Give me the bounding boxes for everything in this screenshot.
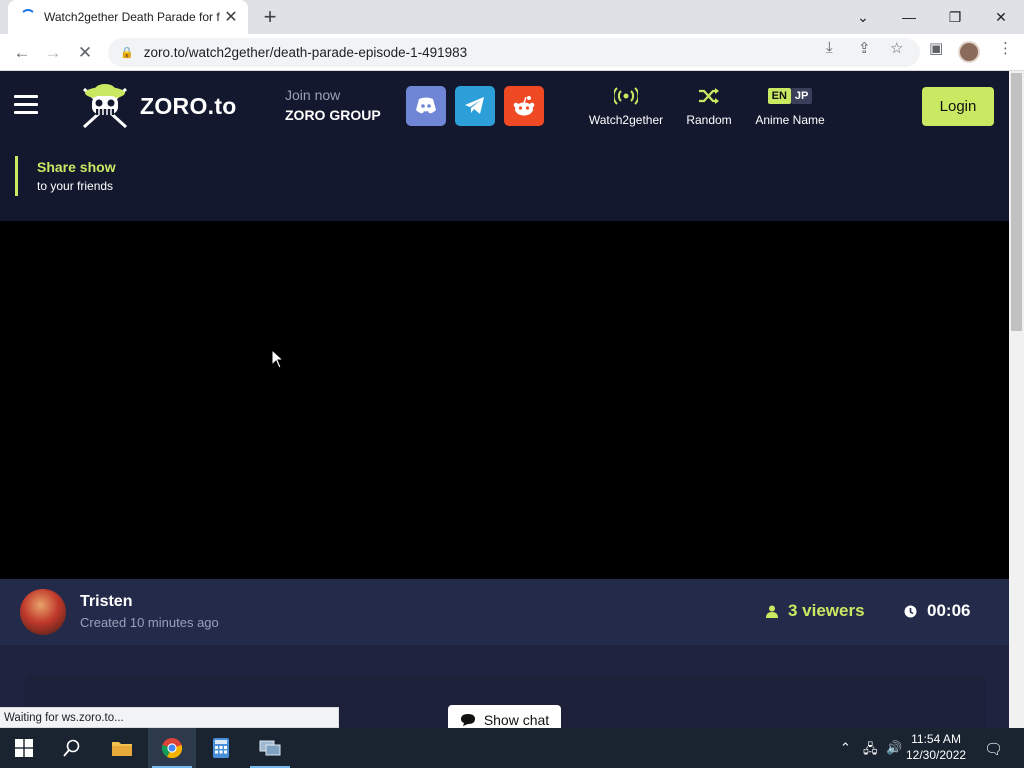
- scrollbar-thumb[interactable]: [1011, 73, 1022, 331]
- nav-watch2gether[interactable]: Watch2gether: [586, 85, 666, 127]
- hamburger-menu-icon[interactable]: [14, 95, 38, 115]
- lock-icon: 🔒: [120, 47, 134, 59]
- url-text: zoro.to/watch2gether/death-parade-episod…: [143, 45, 468, 60]
- close-window-button[interactable]: ✕: [978, 0, 1024, 34]
- web-page: ZORO.to Join now ZORO GROUP Watch2gether…: [0, 71, 1024, 728]
- minimize-button[interactable]: —: [886, 0, 932, 34]
- tab-close-icon[interactable]: ✕: [222, 8, 240, 26]
- nav-watch2gether-label: Watch2gether: [588, 113, 664, 127]
- network-icon[interactable]: 🖧: [863, 740, 878, 762]
- restore-button[interactable]: ❐: [932, 0, 978, 34]
- start-button[interactable]: [0, 728, 48, 768]
- skull-logo-icon: [82, 84, 128, 129]
- broadcast-icon: [614, 87, 638, 105]
- room-info-bar: Tristen Created 10 minutes ago 3 viewers…: [0, 579, 1009, 645]
- chrome-taskbar-button[interactable]: [148, 728, 196, 768]
- shuffle-icon: [699, 88, 719, 104]
- page-scrollbar[interactable]: [1009, 71, 1024, 728]
- share-accent-bar: [15, 156, 18, 196]
- taskbar-search-button[interactable]: [48, 728, 96, 768]
- notifications-icon[interactable]: 🗨: [984, 740, 1003, 758]
- tray-overflow-icon[interactable]: ⌃: [840, 740, 851, 756]
- tab-title: Watch2gether Death Parade for f: [44, 10, 220, 24]
- chat-bubble-icon: [460, 714, 475, 726]
- join-group-link[interactable]: Join now ZORO GROUP: [285, 87, 381, 123]
- share-section: Share show to your friends: [0, 141, 1009, 221]
- clock-time: 11:54 AM: [911, 732, 961, 746]
- taskbar-clock[interactable]: 11:54 AM 12/30/2022: [906, 731, 966, 763]
- site-header: ZORO.to Join now ZORO GROUP Watch2gether…: [0, 71, 1009, 141]
- app-taskbar-button[interactable]: [246, 728, 294, 768]
- windows-taskbar: ⌃ 🖧 🔊 11:54 AM 12/30/2022 🗨: [0, 728, 1024, 768]
- login-button[interactable]: Login: [922, 87, 994, 126]
- join-now-label: Join now: [285, 87, 341, 103]
- logo-text: ZORO.to: [140, 92, 237, 119]
- host-name: Tristen: [80, 593, 133, 610]
- network-app-icon: [259, 740, 281, 756]
- clock-date: 12/30/2022: [906, 748, 967, 762]
- viewer-count-text: 3 viewers: [788, 601, 865, 620]
- reddit-icon: [513, 96, 535, 116]
- lang-jp[interactable]: JP: [790, 88, 813, 104]
- show-chat-label: Show chat: [483, 712, 550, 728]
- discord-button[interactable]: [406, 86, 446, 126]
- calculator-button[interactable]: [197, 728, 245, 768]
- address-bar[interactable]: 🔒 zoro.to/watch2gether/death-parade-epis…: [108, 38, 920, 67]
- profile-avatar[interactable]: [958, 41, 980, 63]
- telegram-icon: [465, 97, 484, 114]
- side-panel-icon[interactable]: ▣: [929, 39, 943, 57]
- share-title: Share show: [37, 159, 116, 175]
- windows-logo-icon: [15, 739, 33, 757]
- nav-anime-name[interactable]: EN JP Anime Name: [752, 85, 828, 127]
- site-logo[interactable]: ZORO.to: [78, 79, 237, 133]
- back-button[interactable]: ←: [9, 40, 35, 66]
- stop-loading-button[interactable]: ✕: [72, 40, 98, 66]
- group-name-label: ZORO GROUP: [285, 107, 381, 123]
- lang-en[interactable]: EN: [767, 88, 791, 104]
- language-toggle[interactable]: EN JP: [767, 88, 813, 104]
- timer-text: 00:06: [927, 601, 971, 620]
- nav-random-label: Random: [686, 113, 732, 127]
- search-icon: [63, 739, 80, 757]
- room-timer: 00:06: [904, 601, 970, 621]
- room-created-time: Created 10 minutes ago: [80, 615, 219, 630]
- telegram-button[interactable]: [455, 86, 495, 126]
- share-subtitle: to your friends: [37, 179, 114, 193]
- chrome-icon: [161, 738, 183, 759]
- browser-status-bubble: Waiting for ws.zoro.to...: [0, 707, 339, 728]
- clock-icon: [904, 605, 917, 617]
- forward-button[interactable]: →: [40, 40, 66, 66]
- browser-tab[interactable]: Watch2gether Death Parade for f ✕: [8, 0, 248, 34]
- host-avatar[interactable]: [20, 589, 66, 635]
- user-icon: [766, 605, 778, 618]
- new-tab-button[interactable]: +: [258, 4, 282, 29]
- viewer-count: 3 viewers: [766, 601, 865, 621]
- install-app-icon[interactable]: ⤓: [826, 39, 833, 56]
- folder-icon: [112, 742, 132, 756]
- loading-spinner-icon: [20, 9, 36, 25]
- file-explorer-button[interactable]: [98, 728, 146, 768]
- calculator-icon: [213, 738, 229, 758]
- tab-search-icon[interactable]: ⌄: [840, 0, 886, 34]
- browser-toolbar: ← → ✕ 🔒 zoro.to/watch2gether/death-parad…: [0, 34, 1024, 71]
- discord-icon: [416, 97, 436, 114]
- show-chat-button[interactable]: Show chat: [448, 705, 561, 728]
- reddit-button[interactable]: [504, 86, 544, 126]
- browser-tab-bar: Watch2gether Death Parade for f ✕ + ⌄ — …: [0, 0, 1024, 34]
- mouse-cursor-icon: [271, 349, 285, 369]
- bookmark-star-icon[interactable]: ☆: [890, 39, 903, 57]
- volume-icon[interactable]: 🔊: [886, 740, 902, 756]
- nav-anime-name-label: Anime Name: [755, 113, 825, 127]
- menu-kebab-icon[interactable]: ⋮: [998, 39, 1013, 57]
- share-icon[interactable]: ⇪: [858, 39, 871, 57]
- nav-random[interactable]: Random: [684, 85, 734, 127]
- video-player[interactable]: [0, 221, 1009, 579]
